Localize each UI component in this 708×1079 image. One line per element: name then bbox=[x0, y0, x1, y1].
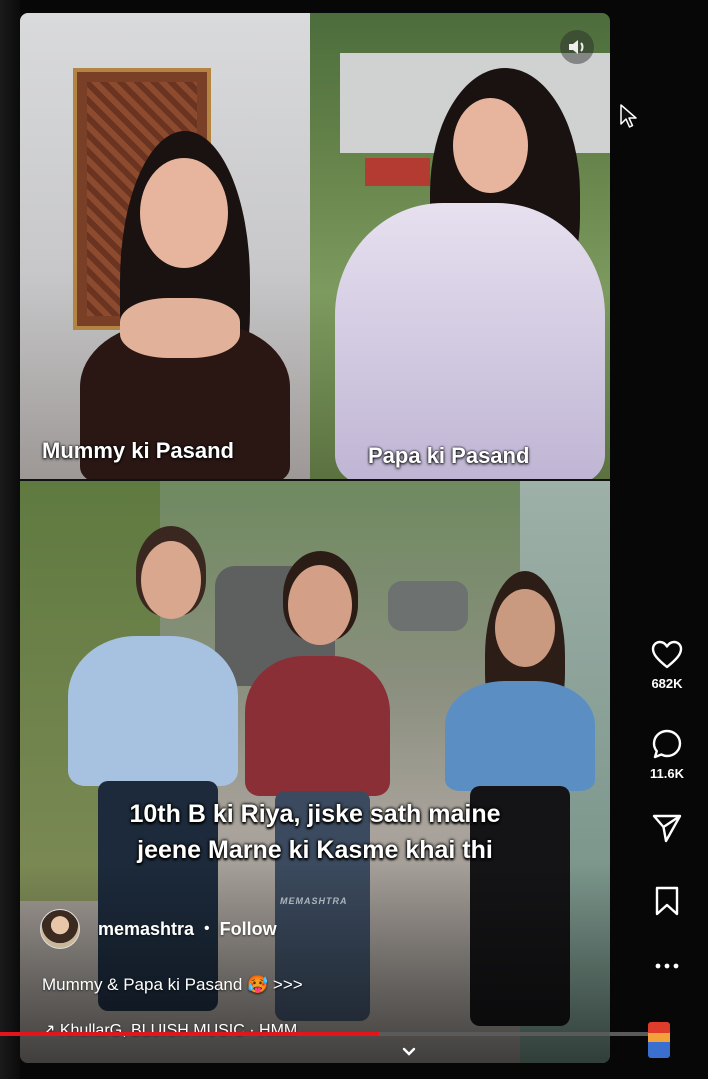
caption-papa: Papa ki Pasand bbox=[368, 443, 530, 468]
bookmark-icon bbox=[655, 886, 679, 916]
like-button[interactable]: 682K bbox=[640, 640, 694, 691]
person-right bbox=[335, 63, 605, 479]
save-button[interactable] bbox=[640, 885, 694, 917]
chevron-down-icon[interactable] bbox=[400, 1045, 418, 1059]
comment-button[interactable]: 11.6K bbox=[640, 728, 694, 781]
next-reel-thumbnail[interactable] bbox=[648, 1022, 670, 1058]
video-panel-mummy: Mummy ki Pasand bbox=[20, 13, 310, 479]
comment-icon bbox=[652, 729, 682, 759]
share-icon bbox=[652, 814, 682, 843]
video-panel-papa: Papa ki Pasand bbox=[310, 13, 610, 479]
left-edge-strip bbox=[0, 0, 20, 1079]
more-icon bbox=[655, 963, 679, 969]
caption-mummy: Mummy ki Pasand bbox=[42, 438, 234, 463]
share-button[interactable] bbox=[640, 813, 694, 843]
heart-icon bbox=[651, 640, 683, 669]
mouse-cursor-icon bbox=[620, 104, 637, 128]
like-count: 682K bbox=[651, 676, 683, 691]
subtitle-line-2: jeene Marne ki Kasme khai thi bbox=[137, 836, 493, 864]
reel-video[interactable]: Mummy ki Pasand Papa ki Pasand 10th B ki… bbox=[20, 13, 610, 1063]
separator-dot: • bbox=[204, 920, 210, 937]
speaker-icon bbox=[569, 40, 584, 54]
post-caption[interactable]: Mummy & Papa ki Pasand 🥵 >>> bbox=[42, 975, 303, 995]
watermark: MEMASHTRA bbox=[280, 896, 348, 906]
username[interactable]: memashtra bbox=[98, 919, 194, 940]
comment-count: 11.6K bbox=[650, 766, 684, 781]
post-author: memashtra • Follow bbox=[40, 908, 277, 950]
follow-button[interactable]: Follow bbox=[220, 919, 277, 940]
subtitle-line-1: 10th B ki Riya, jiske sath maine bbox=[129, 800, 501, 828]
video-progress-bar[interactable] bbox=[0, 1032, 648, 1036]
avatar[interactable] bbox=[40, 909, 80, 949]
more-button[interactable] bbox=[640, 962, 694, 970]
mute-button[interactable] bbox=[560, 30, 594, 64]
audio-attribution[interactable]: ↗ KhullarG, BLUISH MUSIC · HMM bbox=[42, 1020, 297, 1040]
person-left bbox=[60, 123, 290, 479]
video-progress-fill bbox=[0, 1032, 380, 1036]
